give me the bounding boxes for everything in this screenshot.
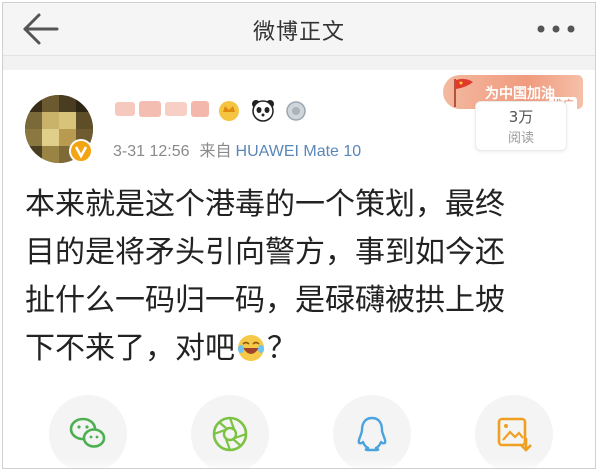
crown-badge-icon [219, 101, 239, 121]
read-count: 3万 [508, 108, 534, 126]
weibo-post-screen: 微博正文 3-31 12:56 来自 HUAWEI Mate 10 为中国加油 … [2, 2, 596, 469]
more-dots-icon [537, 25, 575, 33]
more-button[interactable] [531, 13, 581, 45]
top-nav-bar: 微博正文 [3, 3, 595, 56]
post-text-line: 本来就是这个港毒的一个策划，最终 [25, 187, 505, 222]
user-badges [217, 98, 307, 122]
medal-badge-icon [286, 101, 306, 121]
section-divider [3, 56, 595, 70]
post-text-tail: ？ [267, 331, 297, 366]
laughing-crying-emoji-icon [238, 335, 264, 361]
read-label: 阅读 [507, 131, 534, 146]
post-text-line: 扯什么一码归一码，是碌礴被拱上坡 [25, 283, 505, 318]
promo-widget[interactable]: 为中国加油 推广 3万 阅读 [435, 73, 585, 153]
bottom-fade [3, 458, 595, 468]
save-image-icon [497, 417, 532, 452]
promo-text: 为中国加油 [485, 86, 555, 102]
page-title: 微博正文 [252, 20, 345, 45]
source-prefix: 来自 [199, 143, 232, 160]
qq-icon [357, 416, 387, 452]
post-body: 本来就是这个港毒的一个策划，最终 目的是将矛头引向警方，事到如今还 扯什么一码归… [25, 181, 581, 373]
wechat-icon [69, 417, 106, 448]
post-source-link[interactable]: HUAWEI Mate 10 [236, 143, 362, 160]
post-text-line: 目的是将矛头引向警方，事到如今还 [25, 235, 505, 270]
verified-badge-icon [69, 139, 93, 163]
author-name-blurred[interactable] [113, 98, 213, 120]
post-meta: 3-31 12:56 来自 HUAWEI Mate 10 [113, 137, 361, 161]
post-text-last-line: 下不来了，对吧 ？ [25, 325, 581, 373]
panda-badge-icon [252, 100, 275, 122]
post-time: 3-31 12:56 [113, 143, 190, 160]
post-text-line: 下不来了，对吧 [25, 331, 235, 366]
read-count-box: 3万 阅读 [475, 101, 567, 151]
moments-icon [212, 416, 248, 452]
